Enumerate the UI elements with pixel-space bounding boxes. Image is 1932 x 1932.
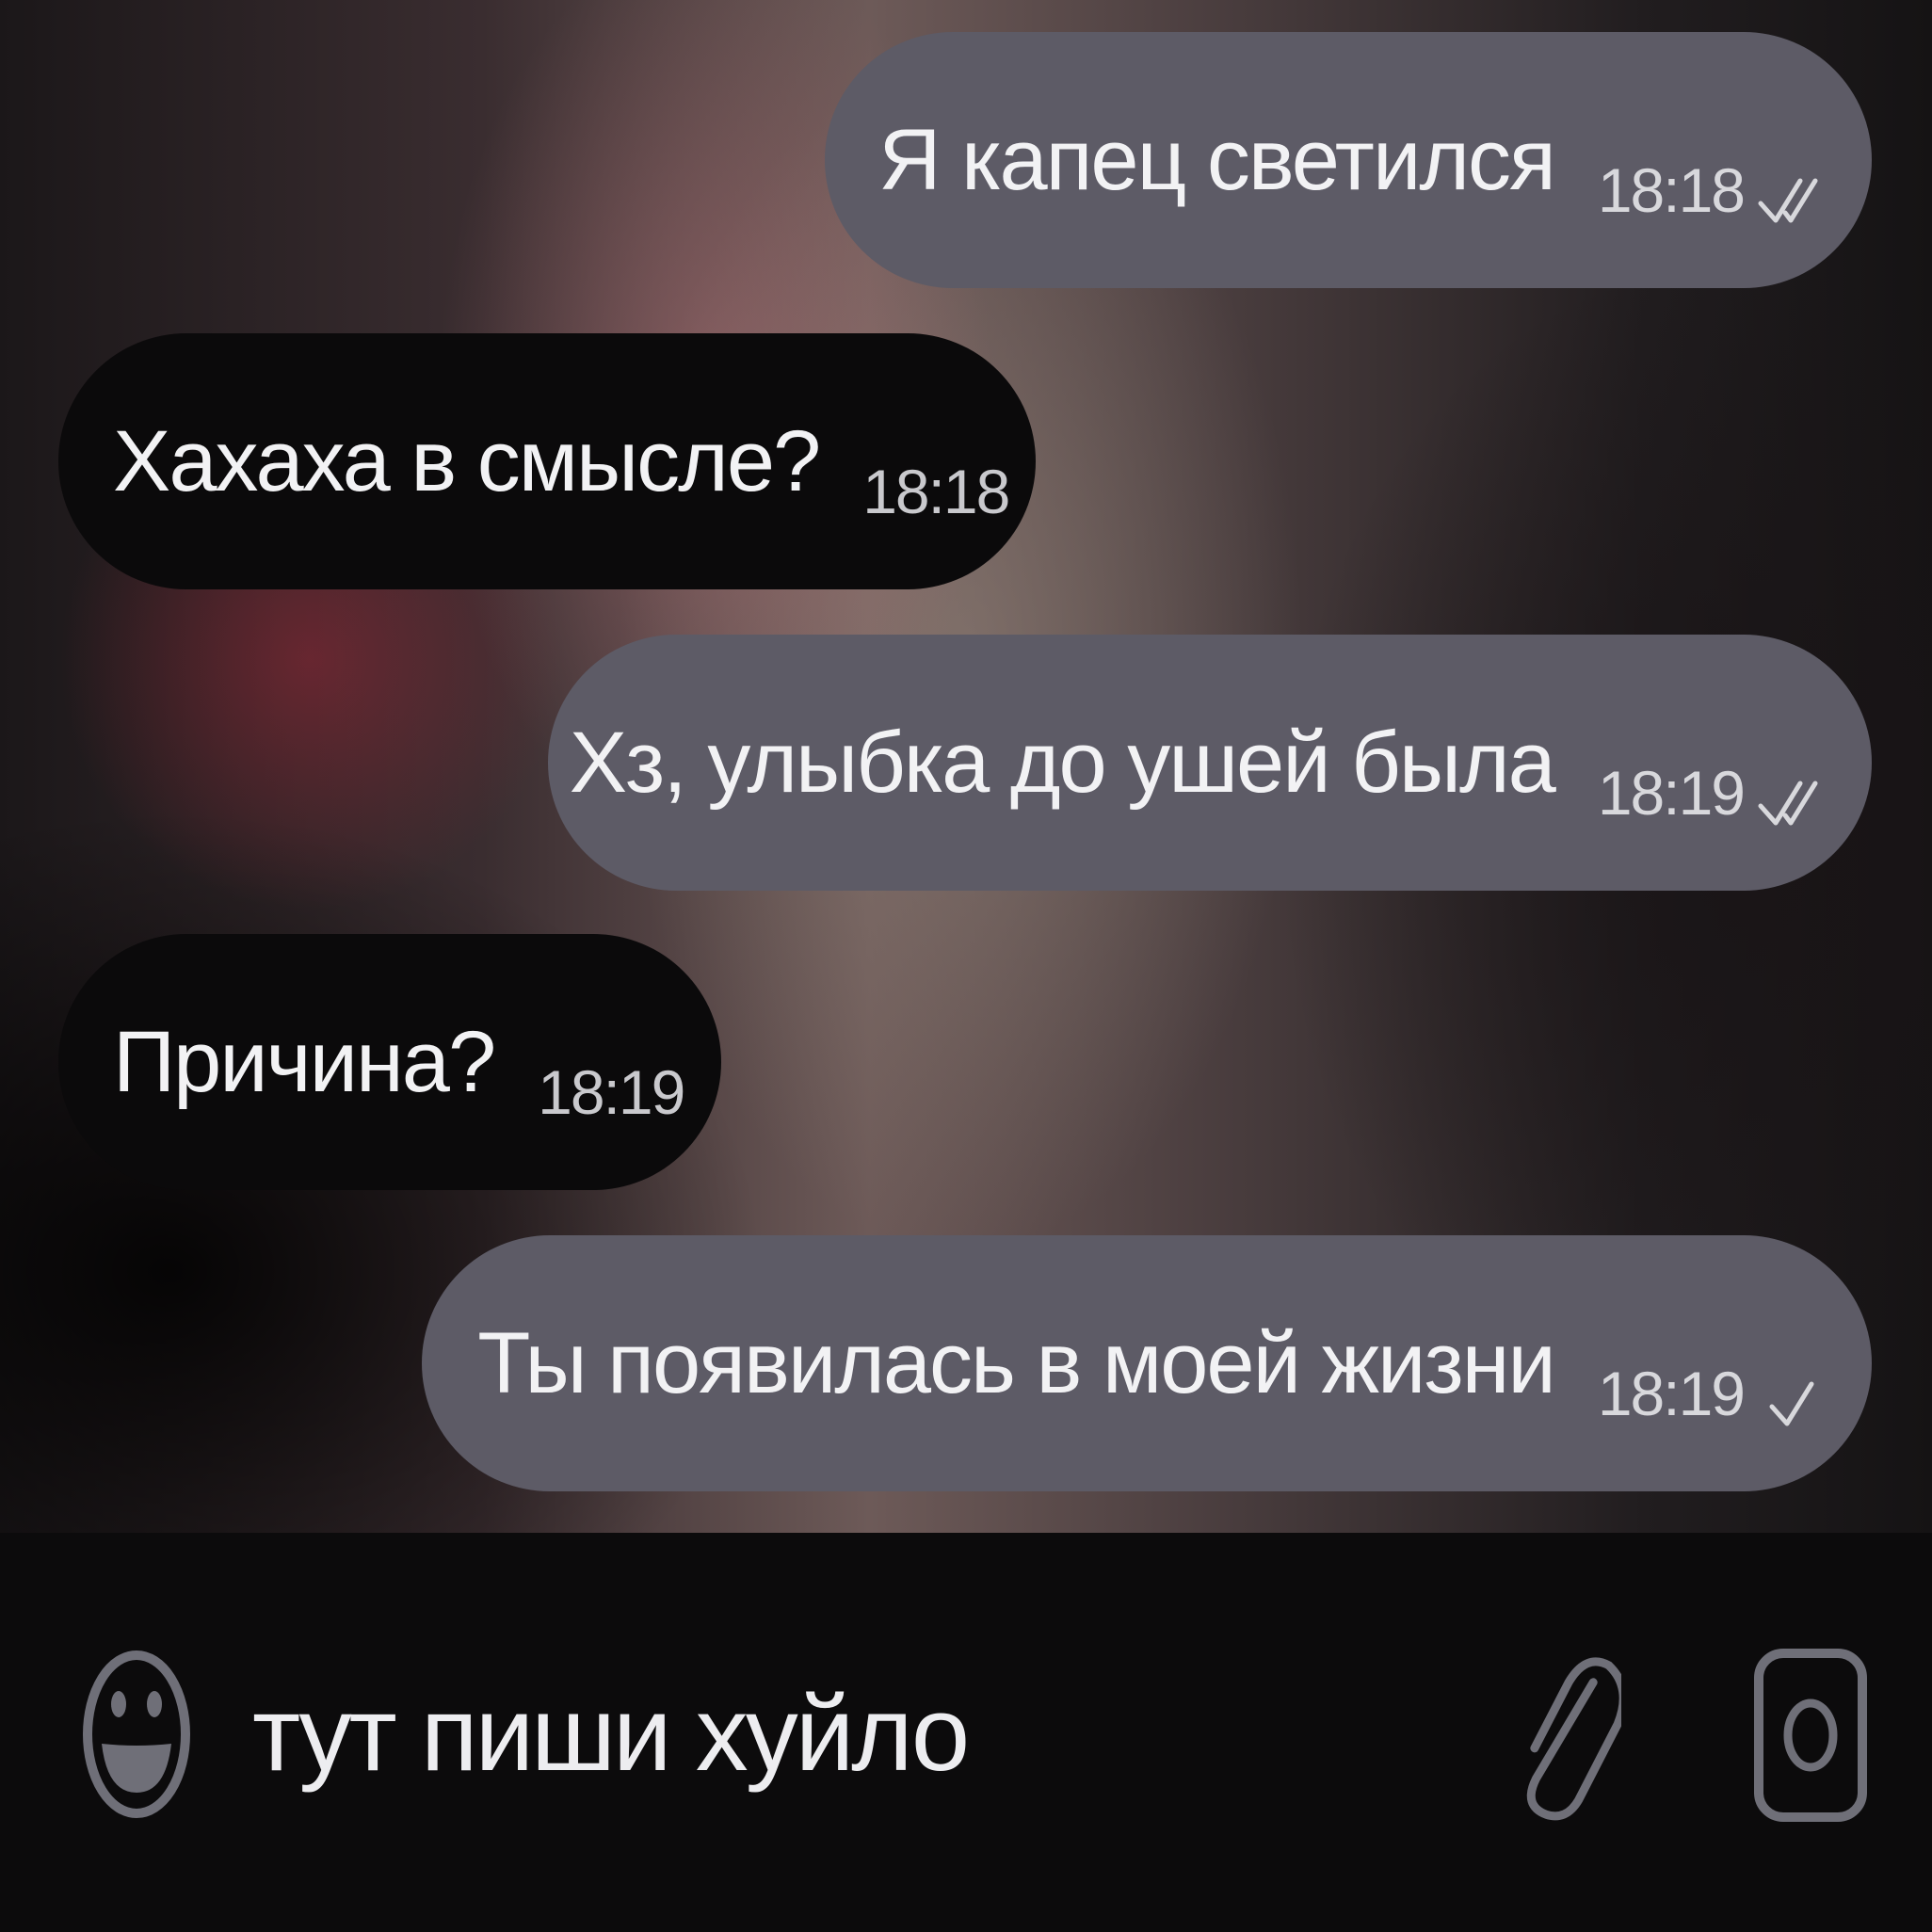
message-text: Я капец светился	[878, 112, 1556, 208]
message-bubble-outgoing[interactable]: Ты появилась в моей жизни 18:19	[422, 1235, 1872, 1491]
message-meta: 18:19	[538, 1056, 685, 1128]
double-check-icon	[1758, 781, 1818, 826]
message-time: 18:18	[1597, 155, 1746, 225]
single-check-icon	[1769, 1381, 1814, 1426]
message-meta: 18:18	[1598, 154, 1823, 226]
message-bubble-incoming[interactable]: Хахаха в смысле? 18:18	[58, 333, 1036, 589]
message-text: Хахаха в смысле?	[113, 413, 821, 509]
message-meta: 18:18	[862, 456, 1010, 527]
message-meta: 18:19	[1598, 757, 1823, 829]
message-text: Ты появилась в моей жизни	[477, 1315, 1556, 1411]
message-time: 18:19	[1597, 758, 1746, 828]
message-time: 18:18	[862, 457, 1010, 526]
message-time: 18:19	[538, 1057, 685, 1127]
message-bubble-incoming[interactable]: Причина? 18:19	[58, 934, 721, 1190]
message-bubble-outgoing[interactable]: Хз, улыбка до ушей была 18:19	[548, 635, 1872, 891]
double-check-icon	[1758, 178, 1818, 223]
message-bubble-outgoing[interactable]: Я капец светился 18:18	[825, 32, 1872, 288]
paperclip-icon[interactable]	[1520, 1642, 1621, 1830]
camera-icon[interactable]	[1753, 1648, 1868, 1823]
message-input[interactable]: тут пиши хуйло	[252, 1668, 1476, 1800]
message-meta: 18:19	[1598, 1358, 1823, 1429]
message-time: 18:19	[1597, 1359, 1746, 1428]
smiley-face-icon[interactable]	[81, 1650, 192, 1819]
message-text: Хз, улыбка до ушей была	[569, 715, 1556, 811]
message-text: Причина?	[113, 1014, 496, 1110]
